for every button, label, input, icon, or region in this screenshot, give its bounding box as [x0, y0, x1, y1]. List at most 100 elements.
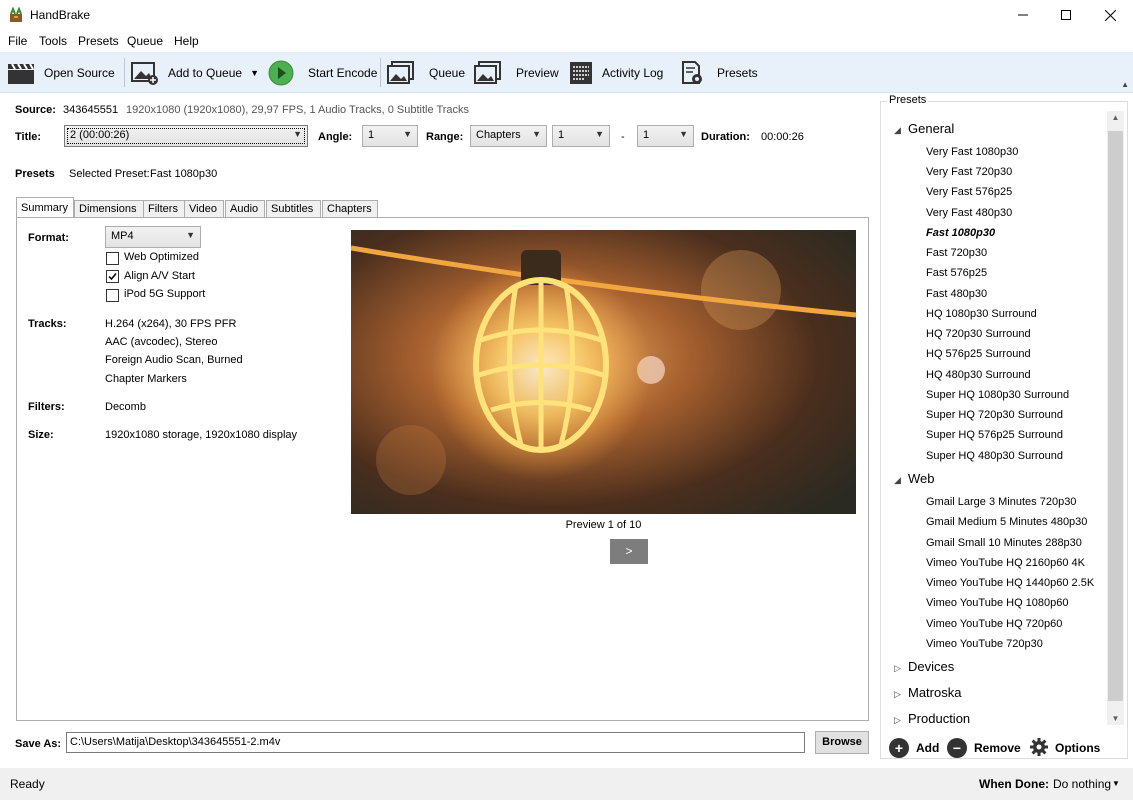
menu-help[interactable]: Help: [174, 34, 199, 48]
preset-options-button[interactable]: Options: [1029, 736, 1100, 760]
preset-item[interactable]: Gmail Small 10 Minutes 288p30: [926, 537, 1082, 549]
add-preset-button[interactable]: + Add: [889, 736, 939, 760]
presets-panel-title: Presets: [887, 94, 929, 106]
minimize-button[interactable]: [1000, 0, 1046, 30]
menu-file[interactable]: File: [8, 34, 27, 48]
range-separator: -: [621, 131, 625, 143]
close-button[interactable]: [1087, 0, 1133, 30]
track-item: Chapter Markers: [105, 373, 187, 385]
preset-item[interactable]: Vimeo YouTube HQ 720p60: [926, 618, 1062, 630]
track-item: H.264 (x264), 30 FPS PFR: [105, 318, 237, 330]
preset-item[interactable]: Gmail Medium 5 Minutes 480p30: [926, 516, 1087, 528]
preset-item[interactable]: Gmail Large 3 Minutes 720p30: [926, 496, 1076, 508]
preset-item[interactable]: HQ 480p30 Surround: [926, 369, 1031, 381]
tab-summary[interactable]: Summary: [16, 197, 74, 218]
duration-value: 00:00:26: [761, 131, 804, 143]
preset-item[interactable]: Vimeo YouTube HQ 2160p60 4K: [926, 557, 1085, 569]
preset-category-matroska[interactable]: ▷ Matroska: [894, 685, 961, 700]
duration-label: Duration:: [701, 131, 750, 143]
add-to-queue-label: Add to Queue: [168, 65, 243, 80]
chevron-down-icon: ▼: [293, 129, 302, 139]
preset-category-web[interactable]: ◢ Web: [894, 471, 935, 486]
preset-item[interactable]: Fast 576p25: [926, 267, 987, 279]
options-label: Options: [1055, 741, 1101, 755]
preset-item[interactable]: Very Fast 480p30: [926, 207, 1012, 219]
remove-preset-button[interactable]: − Remove: [947, 736, 1021, 760]
size-label: Size:: [28, 429, 54, 441]
tab-audio[interactable]: Audio: [225, 200, 265, 218]
preview-button[interactable]: Preview: [473, 52, 559, 93]
presets-button[interactable]: Presets: [677, 52, 758, 93]
preset-item[interactable]: HQ 576p25 Surround: [926, 348, 1031, 360]
align-av-checkbox[interactable]: [106, 270, 119, 283]
preset-item[interactable]: Vimeo YouTube 720p30: [926, 638, 1043, 650]
preset-item[interactable]: Fast 720p30: [926, 247, 987, 259]
preset-item[interactable]: Super HQ 480p30 Surround: [926, 450, 1063, 462]
category-label: Devices: [908, 659, 955, 674]
tab-filters[interactable]: Filters: [143, 200, 185, 218]
preset-item[interactable]: Super HQ 720p30 Surround: [926, 409, 1063, 421]
menu-queue[interactable]: Queue: [127, 34, 163, 48]
start-encode-button[interactable]: Start Encode: [266, 52, 377, 93]
preset-item[interactable]: HQ 720p30 Surround: [926, 328, 1031, 340]
preset-item[interactable]: Super HQ 576p25 Surround: [926, 429, 1063, 441]
preset-item[interactable]: HQ 1080p30 Surround: [926, 308, 1037, 320]
caret-down-icon: ◢: [894, 475, 901, 485]
activity-log-button[interactable]: Activity Log: [566, 52, 663, 93]
preset-category-general[interactable]: ◢ General: [894, 121, 954, 136]
scroll-up-icon[interactable]: ▲: [1107, 113, 1124, 122]
format-label: Format:: [28, 232, 69, 244]
add-picture-icon: [130, 59, 160, 87]
menu-presets[interactable]: Presets: [78, 34, 119, 48]
clapperboard-icon: [6, 59, 36, 87]
tab-subtitles[interactable]: Subtitles: [266, 200, 321, 218]
plus-circle-icon: +: [889, 738, 909, 758]
open-source-button[interactable]: Open Source: [6, 52, 115, 93]
preset-item[interactable]: Super HQ 1080p30 Surround: [926, 389, 1069, 401]
scrollbar-thumb[interactable]: [1108, 131, 1123, 701]
preset-item[interactable]: Very Fast 576p25: [926, 186, 1012, 198]
range-start-select[interactable]: 1 ▼: [552, 125, 610, 147]
presets-scrollbar[interactable]: ▲ ▼: [1107, 111, 1124, 725]
save-as-label: Save As:: [15, 738, 62, 750]
preset-item-selected[interactable]: Fast 1080p30: [926, 227, 995, 239]
preset-category-devices[interactable]: ▷ Devices: [894, 659, 954, 674]
format-select[interactable]: MP4 ▼: [105, 226, 201, 248]
preset-item[interactable]: Very Fast 720p30: [926, 166, 1012, 178]
ipod-checkbox[interactable]: [106, 289, 119, 302]
preset-item[interactable]: Vimeo YouTube HQ 1080p60: [926, 597, 1069, 609]
preset-item[interactable]: Fast 480p30: [926, 288, 987, 300]
angle-select[interactable]: 1 ▼: [362, 125, 418, 147]
tab-chapters[interactable]: Chapters: [322, 200, 378, 218]
when-done-select[interactable]: Do nothing: [1053, 777, 1111, 791]
scroll-down-icon[interactable]: ▼: [1107, 714, 1124, 723]
title-select[interactable]: 2 (00:00:26) ▼: [64, 125, 308, 147]
preset-category-production[interactable]: ▷ Production: [894, 711, 970, 725]
browse-button[interactable]: Browse: [815, 731, 869, 754]
preview-caption: Preview 1 of 10: [565, 519, 642, 531]
presets-tree: ◢ General Very Fast 1080p30 Very Fast 720…: [884, 111, 1106, 725]
preset-item[interactable]: Very Fast 1080p30: [926, 146, 1018, 158]
toolbar-overflow-icon[interactable]: ▲: [1121, 80, 1129, 89]
range-end-select[interactable]: 1 ▼: [637, 125, 694, 147]
save-as-path-input[interactable]: C:\Users\Matija\Desktop\343645551-2.m4v: [66, 732, 805, 753]
queue-button[interactable]: Queue: [386, 52, 465, 93]
menu-tools[interactable]: Tools: [39, 34, 67, 48]
web-optimized-checkbox[interactable]: [106, 252, 119, 265]
preset-item[interactable]: Vimeo YouTube HQ 1440p60 2.5K: [926, 577, 1094, 589]
maximize-icon: [1061, 10, 1071, 20]
chevron-down-icon[interactable]: ▼: [1112, 779, 1120, 788]
start-encode-label: Start Encode: [308, 65, 378, 80]
maximize-button[interactable]: [1043, 0, 1089, 30]
tab-video[interactable]: Video: [184, 200, 224, 218]
angle-label: Angle:: [318, 131, 353, 143]
web-optimized-label: Web Optimized: [124, 251, 199, 263]
add-to-queue-button[interactable]: Add to Queue ▼: [130, 52, 259, 93]
range-type-select[interactable]: Chapters ▼: [470, 125, 547, 147]
category-label: General: [908, 121, 955, 136]
filters-value: Decomb: [105, 401, 146, 413]
menu-bar: File Tools Presets Queue Help: [0, 30, 1133, 52]
presets-panel: Presets ◢ General Very Fast 1080p30 Very …: [880, 93, 1133, 768]
toolbar-separator: [124, 58, 125, 87]
preview-next-button[interactable]: >: [610, 539, 648, 564]
